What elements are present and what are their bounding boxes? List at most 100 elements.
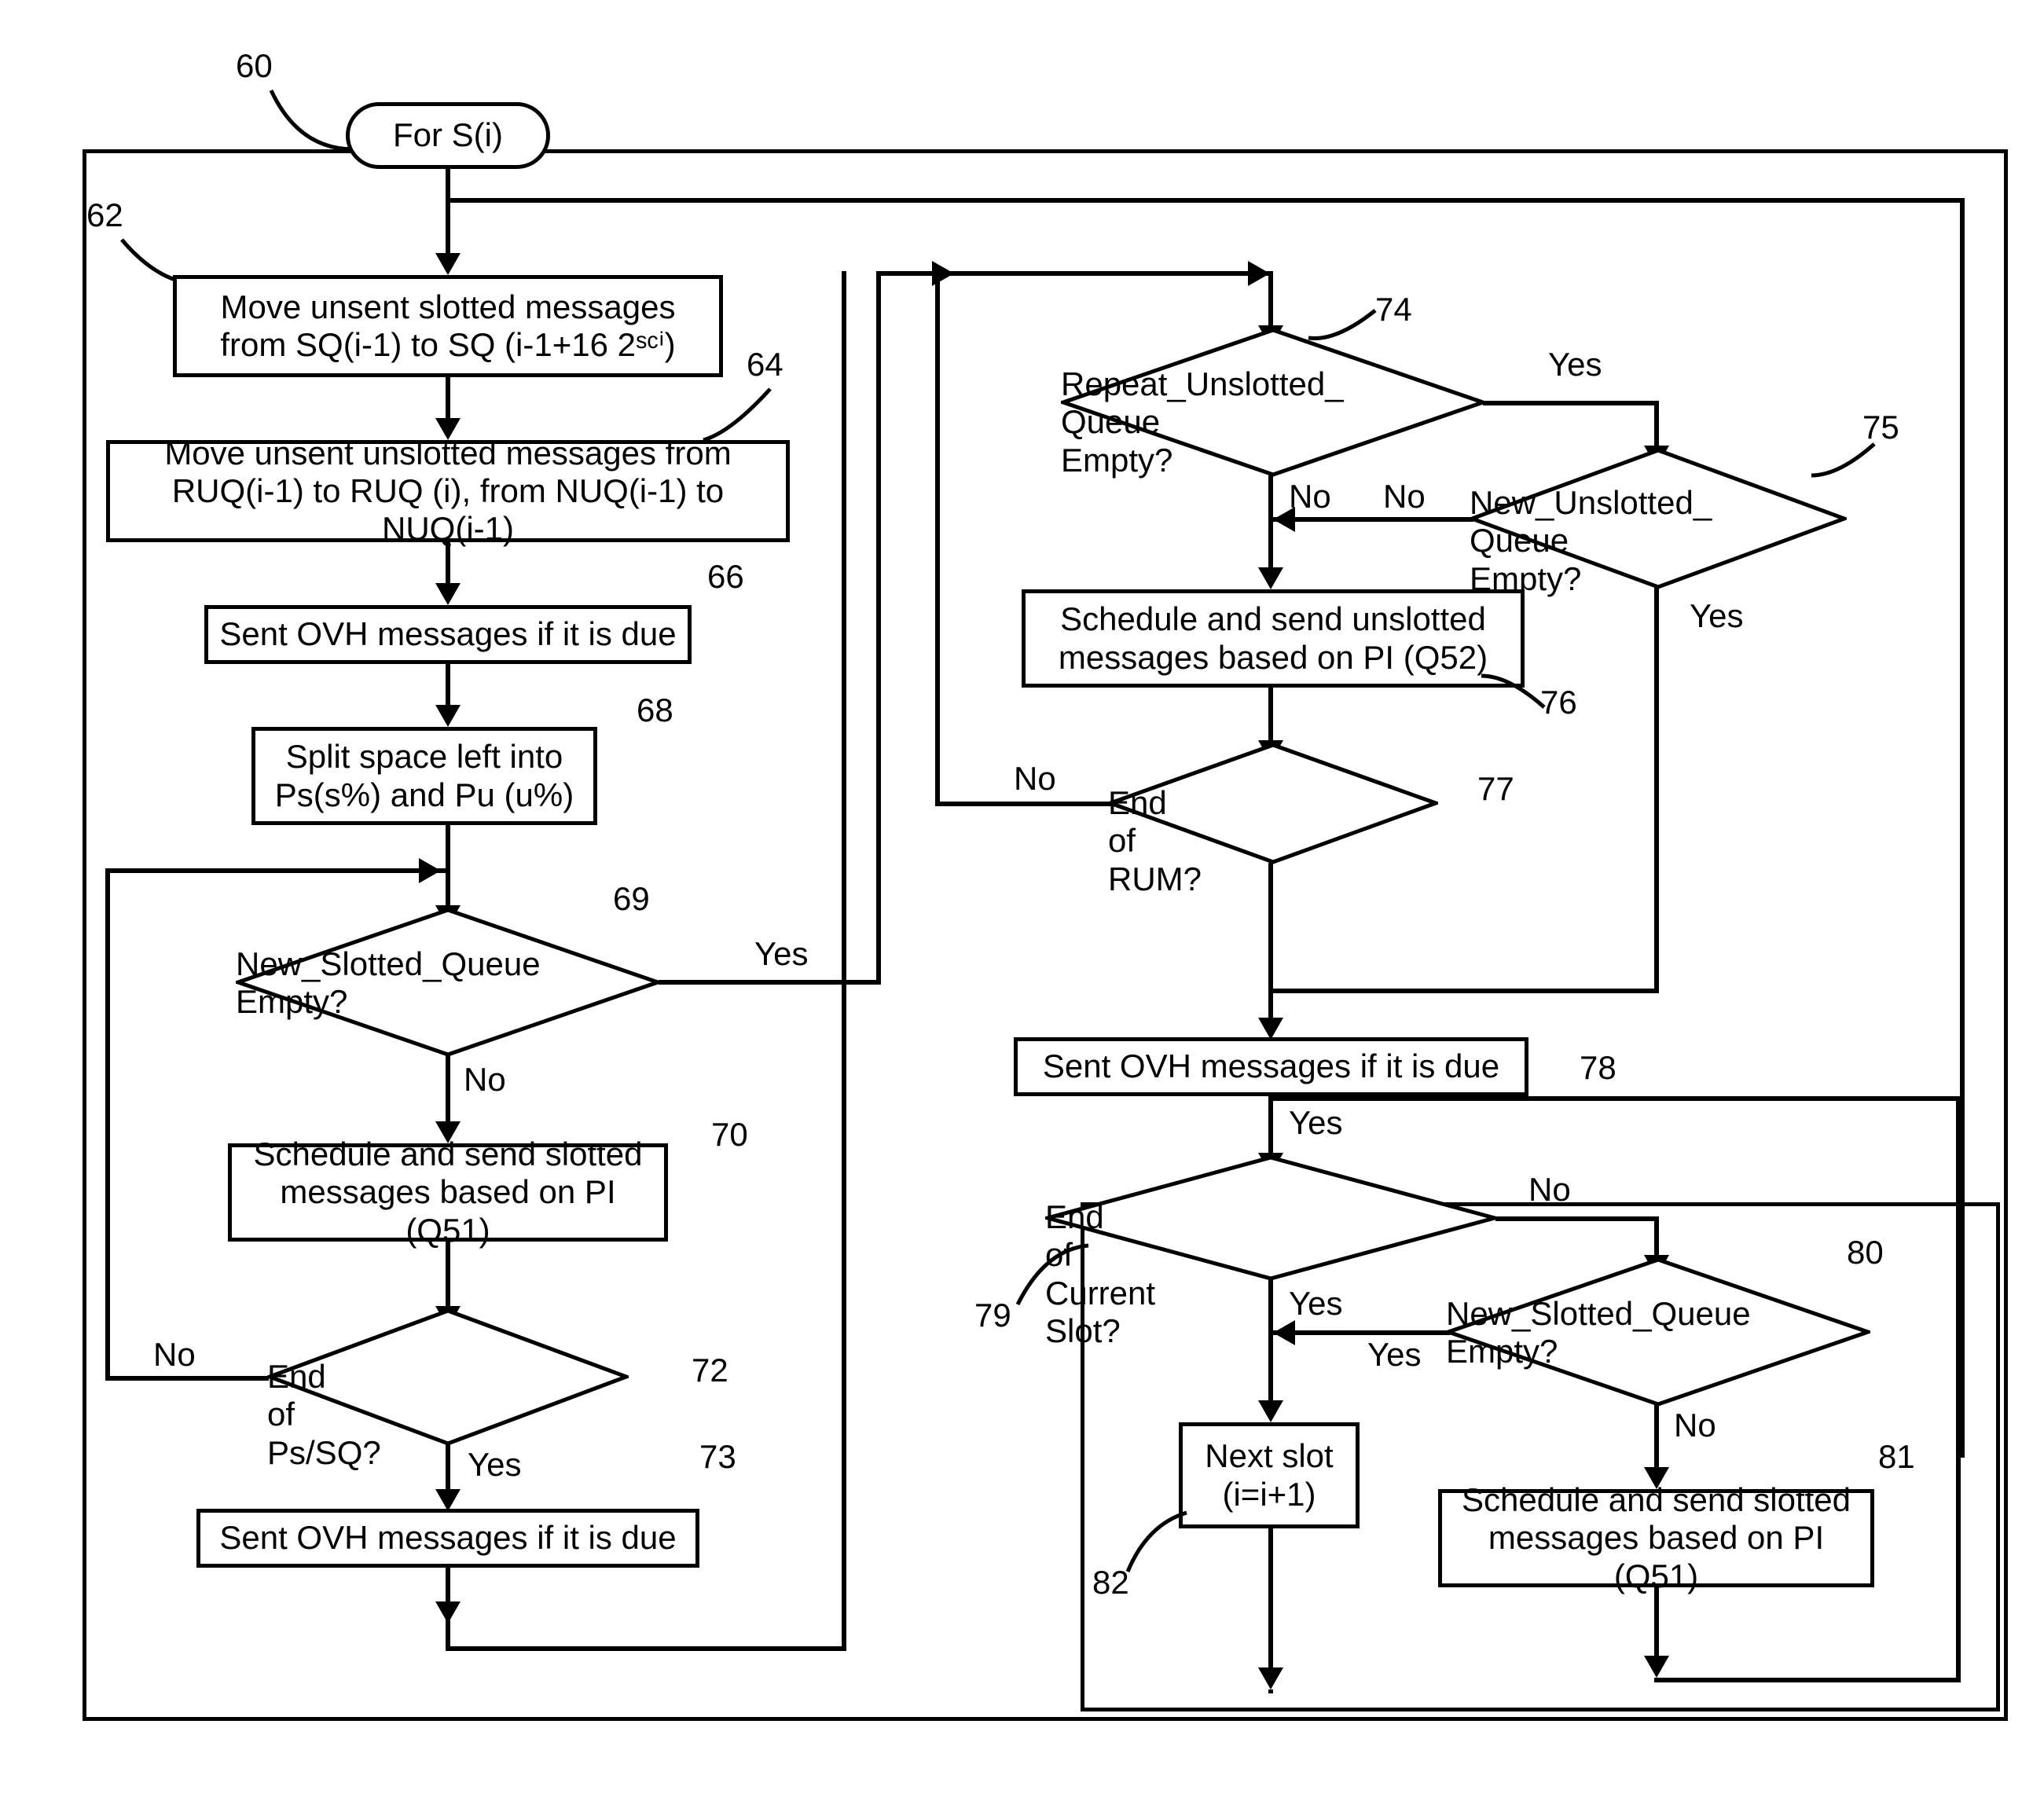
pointer-75 xyxy=(1807,436,1878,483)
pointer-79 xyxy=(1014,1242,1092,1312)
lbl-78-yes: Yes xyxy=(1289,1104,1343,1142)
conn-73-up xyxy=(842,271,846,1651)
ref-72: 72 xyxy=(692,1352,728,1389)
conn-77-no-h2 xyxy=(940,271,1271,276)
lbl-72-no: No xyxy=(153,1336,196,1374)
arr-into-76 xyxy=(1258,567,1283,589)
ref-64: 64 xyxy=(747,346,783,383)
conn-75-no-h xyxy=(1273,517,1473,522)
conn-73-right xyxy=(446,1646,846,1651)
arr-72-73 xyxy=(435,1489,461,1511)
node-62-label: Move unsent slotted messages from SQ(i-1… xyxy=(188,288,708,365)
conn-70-72 xyxy=(446,1242,450,1308)
lbl-69-yes: Yes xyxy=(754,935,809,973)
conn-loop72-vert xyxy=(105,868,110,1381)
node-76: Schedule and send unslotted messages bas… xyxy=(1022,589,1525,688)
ref-78: 78 xyxy=(1580,1049,1616,1087)
conn-81-rail-v xyxy=(1956,1096,1961,1682)
conn-81-rail-h xyxy=(1654,1678,1961,1682)
ref-66: 66 xyxy=(707,558,744,596)
node-78: Sent OVH messages if it is due xyxy=(1014,1037,1528,1096)
node-82-label: Next slot (i=i+1) xyxy=(1194,1437,1345,1513)
lbl-69-no: No xyxy=(464,1061,506,1099)
conn-80-81 xyxy=(1654,1405,1659,1469)
conn-rc-top-v xyxy=(1268,271,1273,328)
conn-75-yes-v xyxy=(1654,588,1659,989)
ref-81: 81 xyxy=(1878,1438,1915,1476)
conn-68-69b xyxy=(446,871,450,908)
node-78-label: Sent OVH messages if it is due xyxy=(1043,1047,1499,1085)
arr-64-66 xyxy=(435,583,461,605)
arr-75-no xyxy=(1273,507,1295,532)
lbl-79-no: No xyxy=(1528,1171,1571,1209)
node-68: Split space left into Ps(s%) and Pu (u%) xyxy=(251,727,597,825)
conn-loopback-top xyxy=(448,198,1965,203)
node-76-label: Schedule and send unslotted messages bas… xyxy=(1037,600,1510,677)
node-62: Move unsent slotted messages from SQ(i-1… xyxy=(173,275,723,377)
conn-64-66 xyxy=(446,542,450,585)
conn-76-77 xyxy=(1268,688,1273,743)
conn-72-73 xyxy=(446,1444,450,1491)
conn-81-rail-h2 xyxy=(1273,1096,1961,1101)
pointer-76 xyxy=(1477,672,1548,719)
lbl-77-no: No xyxy=(1014,760,1056,798)
node-82: Next slot (i=i+1) xyxy=(1179,1422,1360,1528)
arr-77-78 xyxy=(1258,1018,1283,1040)
conn-74-75h xyxy=(1483,401,1654,405)
conn-80-yes-h xyxy=(1273,1330,1450,1335)
lbl-74-yes: Yes xyxy=(1548,346,1602,383)
lbl-79-yes: Yes xyxy=(1289,1285,1343,1323)
arr-81-down xyxy=(1644,1656,1669,1678)
lbl-75-yes: Yes xyxy=(1690,597,1744,635)
arr-82-down xyxy=(1258,1667,1283,1689)
arr-73-down xyxy=(435,1601,461,1623)
lbl-80-yes: Yes xyxy=(1367,1336,1422,1374)
conn-82-down xyxy=(1268,1528,1273,1670)
conn-75-yes-h xyxy=(1273,989,1659,993)
node-68-label: Split space left into Ps(s%) and Pu (u%) xyxy=(266,738,582,814)
ref-62: 62 xyxy=(86,196,123,234)
ref-80: 80 xyxy=(1847,1234,1884,1271)
ref-73: 73 xyxy=(699,1438,736,1476)
conn-77-no-v xyxy=(935,271,940,806)
node-66: Sent OVH messages if it is due xyxy=(204,605,692,664)
node-70-label: Schedule and send slotted messages based… xyxy=(243,1135,653,1249)
lbl-72-yes: Yes xyxy=(468,1446,522,1484)
conn-66-68 xyxy=(446,664,450,707)
node-81-label: Schedule and send slotted messages based… xyxy=(1453,1481,1859,1595)
pointer-74 xyxy=(1305,299,1383,346)
node-70: Schedule and send slotted messages based… xyxy=(228,1143,668,1242)
arr-into-62 xyxy=(435,253,461,275)
pointer-82 xyxy=(1124,1509,1194,1579)
conn-69-70 xyxy=(446,1055,450,1124)
conn-merge-62 xyxy=(446,203,450,255)
conn-77-78v xyxy=(1268,863,1273,1020)
ref-70: 70 xyxy=(711,1116,748,1154)
conn-78-79 xyxy=(1268,1096,1273,1155)
arr-loop72-into69 xyxy=(419,858,441,883)
ref-77: 77 xyxy=(1477,770,1514,808)
ref-60: 60 xyxy=(236,47,273,85)
conn-81-down xyxy=(1654,1587,1659,1658)
conn-79-80h xyxy=(1495,1216,1654,1221)
arr-66-68 xyxy=(435,705,461,727)
conn-into-76 xyxy=(1268,522,1273,570)
conn-72-no-h xyxy=(105,1376,269,1381)
lbl-74-no: No xyxy=(1289,478,1331,515)
ref-69: 69 xyxy=(613,880,650,918)
node-73-label: Sent OVH messages if it is due xyxy=(219,1519,676,1557)
lbl-80-no: No xyxy=(1674,1407,1716,1444)
arr-80-yes xyxy=(1273,1320,1295,1345)
node-64: Move unsent unslotted messages from RUQ(… xyxy=(106,440,790,542)
node-81: Schedule and send slotted messages based… xyxy=(1438,1489,1874,1587)
conn-69-yes-v xyxy=(876,271,881,985)
start-label: For S(i) xyxy=(393,116,503,154)
conn-82-to-outerright-h xyxy=(1268,1689,1272,1693)
ref-68: 68 xyxy=(637,692,673,729)
ref-79: 79 xyxy=(974,1297,1011,1334)
conn-79-80v xyxy=(1654,1216,1659,1257)
conn-loop72-horiz xyxy=(105,868,450,873)
conn-62-64 xyxy=(446,377,450,420)
node-66-label: Sent OVH messages if it is due xyxy=(219,615,676,653)
conn-68-69a xyxy=(446,825,450,871)
